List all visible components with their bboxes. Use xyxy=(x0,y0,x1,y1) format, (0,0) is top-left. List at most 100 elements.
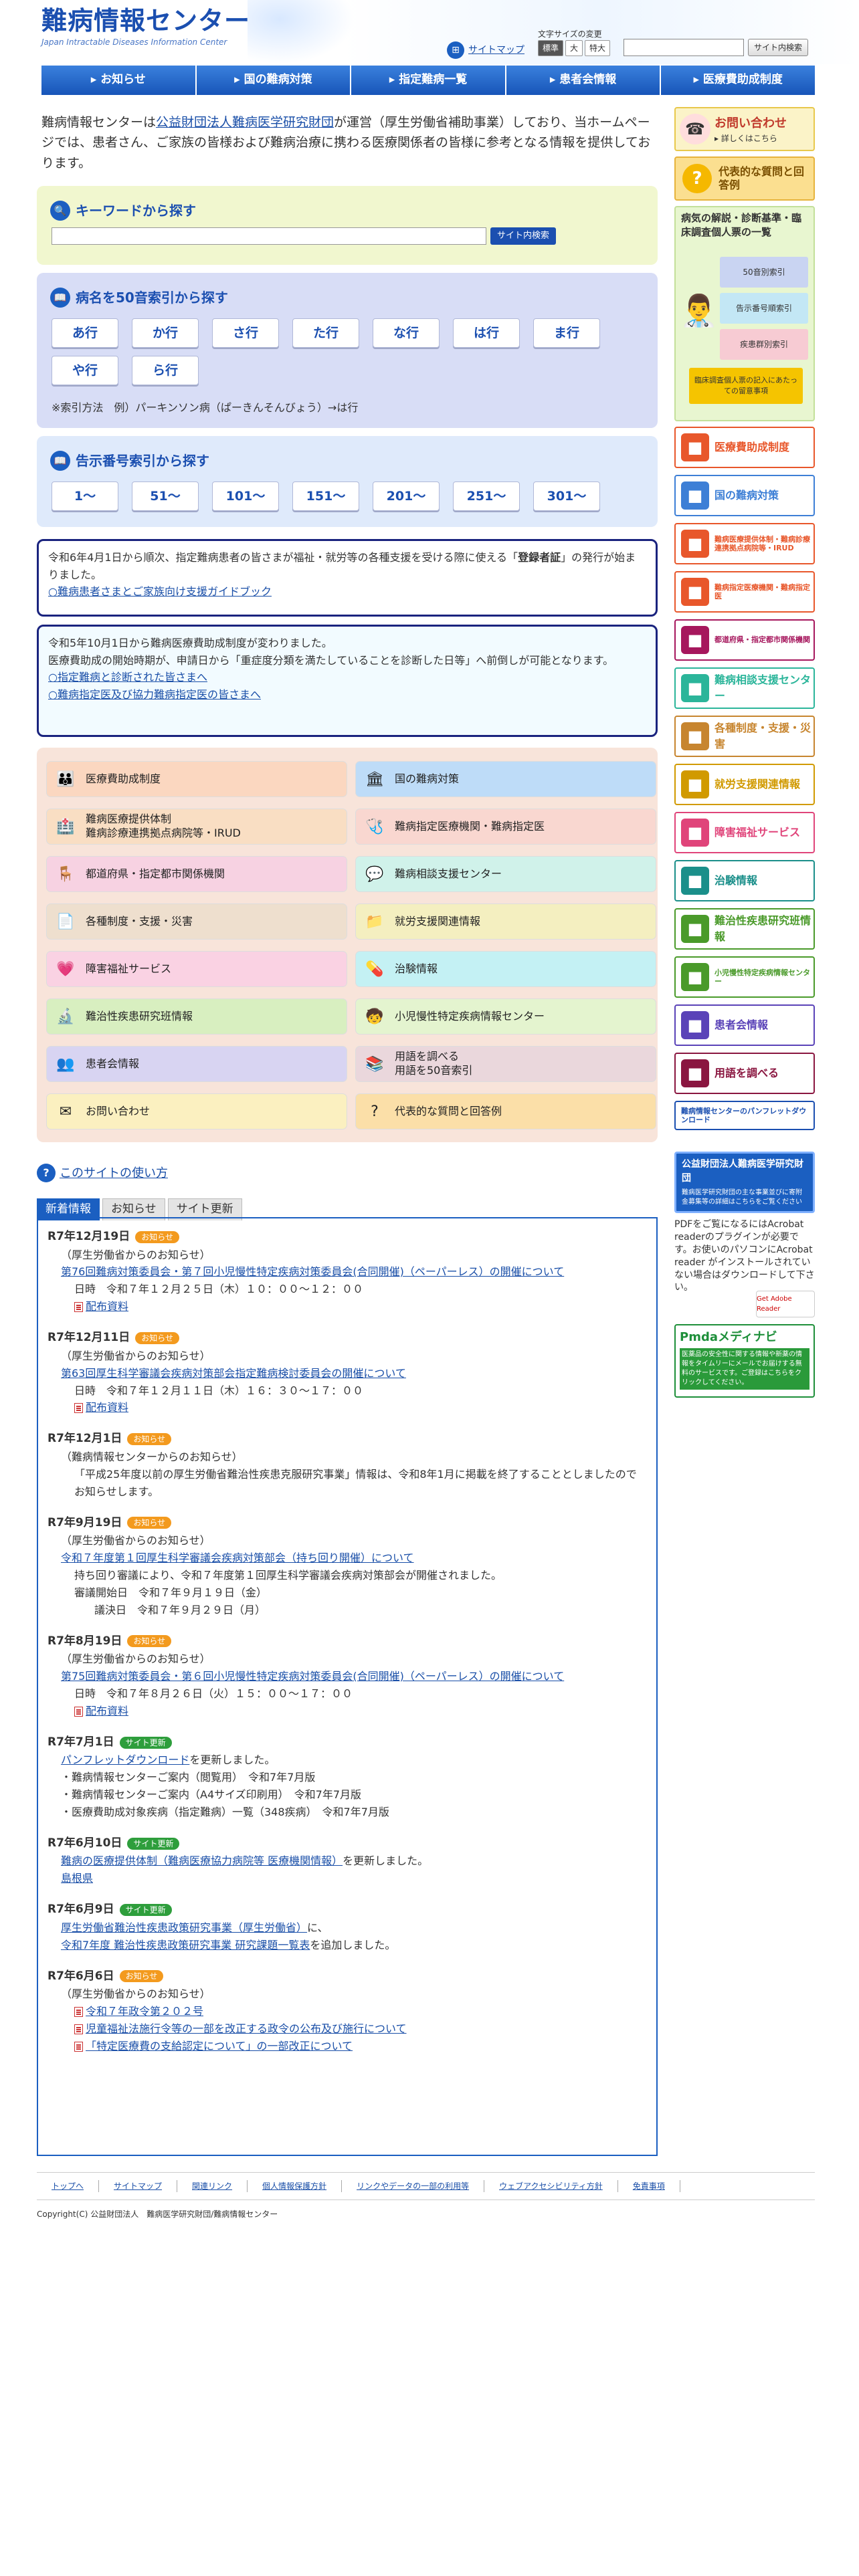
category-stethoscope[interactable]: 🩺 難病指定医療機関・難病指定医 xyxy=(355,809,656,845)
number-51[interactable]: 51～ xyxy=(132,481,199,511)
number-1[interactable]: 1～ xyxy=(52,481,118,511)
side-group-index[interactable]: 疾患群別索引 xyxy=(720,329,808,360)
side-button-9[interactable]: ■ 治験情報 xyxy=(674,860,815,901)
keyword-input[interactable] xyxy=(52,227,486,245)
kana-ka[interactable]: か行 xyxy=(132,318,199,348)
category-hospital[interactable]: 🏥 難病医療提供体制 難病診療連携拠点病院等・IRUD xyxy=(46,809,347,845)
side-faq[interactable]: ? 代表的な質問と回答例 xyxy=(674,156,815,201)
side-button-3[interactable]: ■ 難病指定医療機関・難病指定医 xyxy=(674,571,815,613)
pdf-link[interactable]: 令和７年政令第２０２号 xyxy=(86,2005,203,2018)
font-size-standard[interactable]: 標準 xyxy=(538,40,564,56)
pdf-link[interactable]: 児童福祉法施行令等の一部を改正する政令の公布及び施行について xyxy=(86,2022,407,2035)
kana-ya[interactable]: や行 xyxy=(52,356,118,385)
sitemap-text[interactable]: サイトマップ xyxy=(468,43,524,58)
news-link[interactable]: 難病の医療提供体制（難病医療協力病院等 医療機関情報） xyxy=(61,1854,343,1867)
kana-ra[interactable]: ら行 xyxy=(132,356,199,385)
diagnosed-link[interactable]: ○指定難病と診断された皆さまへ xyxy=(48,671,207,683)
site-logo[interactable]: 難病情報センター Japan Intractable Diseases Info… xyxy=(41,8,250,48)
category-folder[interactable]: 📁 就労支援関連情報 xyxy=(355,903,656,940)
number-201[interactable]: 201～ xyxy=(373,481,440,511)
number-251[interactable]: 251～ xyxy=(453,481,520,511)
kana-ha[interactable]: は行 xyxy=(453,318,520,348)
news-link[interactable]: 第75回難病対策委員会・第６回小児慢性特定疾病対策委員会(合同開催)（ペーパーレ… xyxy=(61,1670,564,1683)
side-button-2[interactable]: ■ 難病医療提供体制・難病診療連携拠点病院等・IRUD xyxy=(674,523,815,564)
side-button-10[interactable]: ■ 難治性疾患研究班情報 xyxy=(674,908,815,950)
category-medicine[interactable]: 💊 治験情報 xyxy=(355,951,656,987)
news-link[interactable]: 令和７年度第１回厚生科学審議会疾病対策部会（持ち回り開催）について xyxy=(61,1551,414,1564)
header-search-input[interactable] xyxy=(624,39,744,56)
side-number-index[interactable]: 告示番号順索引 xyxy=(720,293,808,324)
help-link[interactable]: ? このサイトの使い方 xyxy=(37,1164,168,1182)
kana-a[interactable]: あ行 xyxy=(52,318,118,348)
footer-link[interactable]: リンクやデータの一部の利用等 xyxy=(342,2180,485,2192)
category-books[interactable]: 📚 用語を調べる 用語を50音索引 xyxy=(355,1046,656,1082)
kana-na[interactable]: な行 xyxy=(373,318,440,348)
side-button-icon: ■ xyxy=(681,819,709,847)
nav-subsidy[interactable]: ▸ 医療費助成制度 xyxy=(661,66,815,95)
kana-ma[interactable]: ま行 xyxy=(533,318,600,348)
font-size-large[interactable]: 大 xyxy=(565,40,583,56)
number-101[interactable]: 101～ xyxy=(212,481,279,511)
pdf-link[interactable]: 配布資料 xyxy=(86,1705,128,1717)
category-child[interactable]: 🧒 小児慢性特定疾病情報センター xyxy=(355,998,656,1035)
kana-ta[interactable]: た行 xyxy=(292,318,359,348)
adobe-reader-button[interactable]: Get Adobe Reader xyxy=(756,1291,815,1317)
side-contact[interactable]: ☎ お問い合わせ ▸ 詳しくはこちら xyxy=(674,107,815,151)
doctors-link[interactable]: ○難病指定医及び協力難病指定医の皆さまへ xyxy=(48,688,261,701)
category-mail[interactable]: ✉ お問い合わせ xyxy=(46,1093,347,1130)
sitemap-link[interactable]: ⊞ サイトマップ xyxy=(447,41,524,59)
foundation-link[interactable]: 公益財団法人難病医学研究財団 xyxy=(156,115,334,130)
news-link[interactable]: パンフレットダウンロード xyxy=(61,1753,189,1766)
side-button-12[interactable]: ■ 患者会情報 xyxy=(674,1004,815,1046)
side-button-1[interactable]: ■ 国の難病対策 xyxy=(674,475,815,516)
category-consult[interactable]: 💬 難病相談支援センター xyxy=(355,856,656,892)
side-button-13[interactable]: ■ 用語を調べる xyxy=(674,1053,815,1094)
category-heart[interactable]: 💗 障害福祉サービス xyxy=(46,951,347,987)
category-people[interactable]: 👥 患者会情報 xyxy=(46,1046,347,1082)
news-link[interactable]: 第63回厚生科学審議会疾病対策部会指定難病検討委員会の開催について xyxy=(61,1367,406,1380)
footer-link[interactable]: 免責事項 xyxy=(618,2180,680,2192)
footer-link[interactable]: トップへ xyxy=(37,2180,100,2192)
footer-link[interactable]: サイトマップ xyxy=(99,2180,178,2192)
category-document[interactable]: 📄 各種制度・支援・災害 xyxy=(46,903,347,940)
number-151[interactable]: 151～ xyxy=(292,481,359,511)
category-chair[interactable]: 🪑 都道府県・指定都市関係機関 xyxy=(46,856,347,892)
category-microscope[interactable]: 🔬 難治性疾患研究班情報 xyxy=(46,998,347,1035)
news-link[interactable]: 第76回難病対策委員会・第７回小児慢性特定疾病対策委員会(合同開催)（ペーパーレ… xyxy=(61,1265,564,1278)
side-button-8[interactable]: ■ 障害福祉サービス xyxy=(674,812,815,853)
side-note[interactable]: 臨床調査個人票の記入にあたっての留意事項 xyxy=(689,368,803,404)
side-pmda[interactable]: Pmdaメディナビ 医薬品の安全性に関する情報や新薬の情報をタイムリーにメールで… xyxy=(674,1324,815,1398)
side-foundation[interactable]: 公益財団法人難病医学研究財団 難病医学研究財団の主な事業並びに寄附金募集等の詳細… xyxy=(674,1152,815,1213)
pdf-link[interactable]: 配布資料 xyxy=(86,1300,128,1313)
news-link-2[interactable]: 令和7年度 難治性疾患政策研究事業 研究課題一覧表 xyxy=(61,1939,310,1951)
side-button-4[interactable]: ■ 都道府県・指定都市関係機関 xyxy=(674,619,815,661)
side-button-6[interactable]: ■ 各種制度・支援・災害 xyxy=(674,716,815,757)
nav-policy[interactable]: ▸ 国の難病対策 xyxy=(196,66,352,95)
side-button-7[interactable]: ■ 就労支援関連情報 xyxy=(674,764,815,805)
footer-link[interactable]: 個人情報保護方針 xyxy=(248,2180,343,2192)
footer-link[interactable]: 関連リンク xyxy=(177,2180,248,2192)
keyword-search-button[interactable]: サイト内検索 xyxy=(490,227,557,245)
nav-disease-list[interactable]: ▸ 指定難病一覧 xyxy=(351,66,506,95)
category-question[interactable]: ? 代表的な質問と回答例 xyxy=(355,1093,656,1130)
pdf-link[interactable]: 「特定医療費の支給認定について」の一部改正について xyxy=(86,2040,353,2052)
news-link[interactable]: 厚生労働省難治性疾患政策研究事業（厚生労働省） xyxy=(61,1921,307,1934)
nav-patient-groups[interactable]: ▸ 患者会情報 xyxy=(506,66,662,95)
nav-news[interactable]: ▸ お知らせ xyxy=(41,66,197,95)
footer-link[interactable]: ウェブアクセシビリティ方針 xyxy=(484,2180,618,2192)
kana-sa[interactable]: さ行 xyxy=(212,318,279,348)
font-size-xlarge[interactable]: 特大 xyxy=(585,40,611,56)
side-button-11[interactable]: ■ 小児慢性特定疾病情報センター xyxy=(674,956,815,998)
side-disease-index: 病気の解説・診断基準・臨床調査個人票の一覧 👨‍⚕️ 50音別索引 告示番号順索… xyxy=(674,206,815,421)
category-capitol[interactable]: 🏛 国の難病対策 xyxy=(355,761,656,797)
side-button-0[interactable]: ■ 医療費助成制度 xyxy=(674,427,815,468)
news-link-2[interactable]: 島根県 xyxy=(61,1872,93,1885)
side-button-5[interactable]: ■ 難病相談支援センター xyxy=(674,667,815,709)
side-kana-index[interactable]: 50音別索引 xyxy=(720,257,808,288)
category-family[interactable]: 👪 医療費助成制度 xyxy=(46,761,347,797)
header-search-button[interactable]: サイト内検索 xyxy=(748,39,809,56)
pdf-link[interactable]: 配布資料 xyxy=(86,1401,128,1414)
number-301[interactable]: 301～ xyxy=(533,481,600,511)
side-button-14[interactable]: 難病情報センターのパンフレットダウンロード xyxy=(674,1101,815,1130)
guidebook-link[interactable]: ○難病患者さまとご家族向け支援ガイドブック xyxy=(48,585,272,598)
